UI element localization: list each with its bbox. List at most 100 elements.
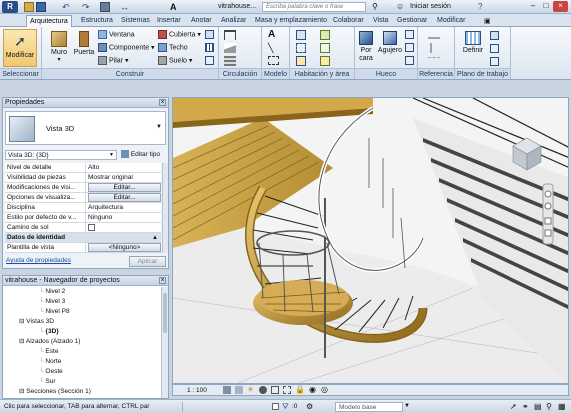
tab-insertar[interactable]: Insertar	[154, 15, 184, 27]
prop-value[interactable]: Ninguno	[85, 213, 161, 222]
mullion-icon[interactable]	[205, 56, 214, 65]
properties-help-link[interactable]: Ayuda de propiedades	[6, 257, 71, 264]
tab-masa[interactable]: Masa y emplazamiento	[252, 15, 330, 27]
browser-item[interactable]: └ Norte	[39, 357, 61, 366]
wall-button[interactable]: Muro ▾	[46, 29, 72, 67]
area-icon[interactable]	[320, 30, 330, 40]
prop-scrollbar[interactable]	[162, 163, 168, 253]
shaft-button[interactable]: Agujero	[377, 29, 403, 67]
app-logo[interactable]: R	[2, 1, 18, 13]
floor-button[interactable]: Suelo ▾	[158, 56, 192, 65]
component-button[interactable]: Componente ▾	[98, 43, 155, 52]
tab-anotar[interactable]: Anotar	[188, 15, 215, 27]
help-icon[interactable]: ?	[478, 2, 482, 11]
edit-button[interactable]: Editar...	[88, 183, 161, 192]
detail-level-icon[interactable]	[223, 386, 231, 394]
save-icon[interactable]	[36, 2, 46, 12]
chevron-down-icon[interactable]: ▼	[156, 124, 162, 130]
stair-icon[interactable]	[224, 56, 236, 66]
edit-type-button[interactable]: Editar tipo	[121, 150, 160, 160]
tab-sistemas[interactable]: Sistemas	[118, 15, 153, 27]
vertical-opening-icon[interactable]	[405, 43, 414, 52]
window-button[interactable]: Ventana	[98, 30, 135, 39]
undo-icon[interactable]: ↶	[62, 2, 72, 12]
ceiling-button[interactable]: Techo	[158, 43, 188, 52]
tab-colaborar[interactable]: Colaborar	[330, 15, 367, 27]
edit-button[interactable]: Editar...	[88, 193, 161, 202]
dormer-icon[interactable]	[405, 56, 414, 65]
ref-viewer-icon[interactable]	[490, 44, 499, 53]
browser-item[interactable]: └ Oeste	[39, 367, 63, 376]
tab-analizar[interactable]: Analizar	[218, 15, 249, 27]
browser-item[interactable]: ⊟ Secciones (Sección 1)	[19, 387, 91, 396]
pick-icon[interactable]: ➚	[510, 402, 517, 411]
tab-estructura[interactable]: Estructura	[78, 15, 116, 27]
column-button[interactable]: Pilar ▾	[98, 56, 128, 65]
browser-item[interactable]: └ {3D}	[39, 327, 59, 336]
roof-button[interactable]: Cubierta ▾	[158, 30, 201, 39]
viewer-icon[interactable]	[490, 57, 499, 66]
grid-icon[interactable]	[205, 43, 214, 52]
room-separator-icon[interactable]	[296, 43, 306, 53]
browser-item[interactable]: └ Sur	[39, 377, 56, 386]
hide-isolate-icon[interactable]: ◉	[309, 385, 316, 394]
design-options-icon[interactable]: ⚙	[306, 402, 313, 411]
pinned-icon[interactable]: ⚲	[546, 402, 552, 411]
prop-value[interactable]: Mostrar original	[85, 173, 161, 182]
room-icon[interactable]	[296, 30, 306, 40]
expander-icon[interactable]: ⊟	[19, 338, 26, 345]
shadows-icon[interactable]	[259, 386, 267, 394]
minimize-icon[interactable]: –	[527, 1, 539, 12]
chevron-down-icon[interactable]: ▼	[404, 403, 410, 409]
maximize-icon[interactable]: □	[540, 1, 552, 12]
ref-plane-icon[interactable]	[428, 57, 440, 63]
browser-item[interactable]: └ Nivel P8	[39, 307, 70, 316]
model-group-icon[interactable]	[268, 56, 279, 65]
area-tag-icon[interactable]	[320, 56, 330, 66]
door-button[interactable]: Puerta	[72, 29, 96, 67]
prop-value[interactable]: Arquitectura	[85, 203, 161, 212]
railing-icon[interactable]	[224, 30, 236, 40]
room-tag-icon[interactable]	[296, 56, 306, 66]
reveal-hidden-icon[interactable]: ◎	[321, 385, 328, 394]
filter-icon[interactable]: ⛛	[282, 402, 289, 412]
curtain-icon[interactable]	[205, 30, 214, 39]
workset-checkbox[interactable]	[272, 403, 279, 410]
browser-item[interactable]: └ Nivel 3	[39, 297, 65, 306]
ribbon-toggle-icon[interactable]: ▣	[484, 17, 491, 25]
browser-item[interactable]: └ Nivel 2	[39, 287, 65, 296]
tab-gestionar[interactable]: Gestionar	[394, 15, 430, 27]
area-boundary-icon[interactable]	[320, 43, 330, 53]
ramp-icon[interactable]	[224, 43, 236, 53]
prop-value[interactable]: Alto	[85, 163, 161, 172]
sun-path-checkbox[interactable]	[88, 223, 95, 231]
close-icon[interactable]: ×	[159, 99, 166, 106]
close-icon[interactable]: ×	[553, 1, 568, 12]
tab-arquitectura[interactable]: Arquitectura	[26, 15, 72, 27]
close-icon[interactable]: ×	[159, 277, 166, 284]
model-line-icon[interactable]: ╲	[268, 43, 273, 54]
define-button[interactable]: Definir	[460, 29, 486, 67]
print-icon[interactable]	[100, 2, 110, 12]
template-button[interactable]: <Ninguno>	[88, 243, 161, 252]
browser-item[interactable]: ⊟ Alzados (Alzado 1)	[19, 337, 80, 346]
crop-icon[interactable]	[271, 386, 279, 394]
3d-view-canvas[interactable]	[172, 97, 569, 384]
visual-style-icon[interactable]	[235, 386, 243, 394]
model-text-icon[interactable]: A	[268, 29, 275, 40]
level-icon[interactable]	[428, 31, 440, 39]
instance-selector[interactable]: Vista 3D: {3D} ▼	[5, 150, 117, 160]
sun-path-icon[interactable]: ☀	[247, 385, 254, 394]
redo-icon[interactable]: ↷	[82, 2, 92, 12]
tab-modificar[interactable]: Modificar	[434, 15, 468, 27]
face-select-icon[interactable]: ▦	[558, 402, 566, 411]
grid-line-icon[interactable]	[430, 43, 440, 53]
open-icon[interactable]	[24, 2, 34, 12]
lock-icon[interactable]: 🔒	[295, 385, 305, 394]
design-option-select[interactable]: Modelo base	[335, 402, 403, 412]
show-crop-icon[interactable]	[283, 386, 291, 394]
modify-button[interactable]: ➚ Modificar	[3, 29, 37, 67]
link-icon[interactable]: ⚭	[522, 402, 529, 411]
browser-item[interactable]: └ Este	[39, 347, 58, 356]
apply-button[interactable]: Aplicar	[129, 256, 166, 267]
